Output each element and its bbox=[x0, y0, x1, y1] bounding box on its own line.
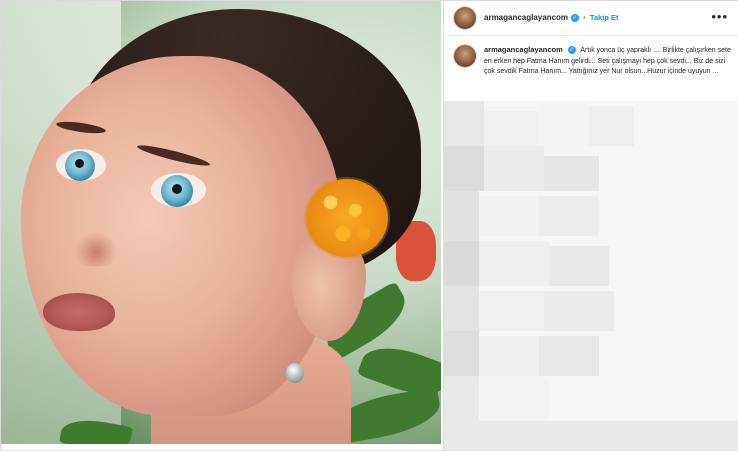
pixelated-comments-area bbox=[444, 101, 738, 450]
pixel-block bbox=[444, 286, 479, 331]
lips bbox=[43, 293, 115, 331]
caption-avatar[interactable] bbox=[454, 45, 476, 67]
marigold-flower bbox=[306, 179, 388, 257]
header-separator: • bbox=[583, 13, 586, 22]
pixel-block bbox=[479, 381, 549, 421]
pixel-block bbox=[444, 241, 479, 286]
pixel-block bbox=[484, 111, 539, 146]
pixel-block bbox=[479, 336, 539, 376]
pixel-block bbox=[444, 331, 479, 376]
more-options-icon[interactable]: ••• bbox=[711, 10, 728, 23]
pixel-block bbox=[544, 291, 614, 331]
pixel-block bbox=[444, 191, 479, 241]
pixel-block bbox=[479, 291, 544, 331]
pixel-block bbox=[479, 196, 539, 236]
post-photo[interactable] bbox=[1, 1, 441, 444]
caption-username[interactable]: armagancaglayancom bbox=[484, 45, 563, 54]
profile-avatar[interactable] bbox=[454, 7, 476, 29]
pixel-block bbox=[479, 241, 549, 286]
follow-button[interactable]: Takip Et bbox=[590, 13, 619, 22]
caption-text-block: armagancaglayancom ✓ Artık yonca üç yapr… bbox=[484, 45, 734, 78]
pixel-block bbox=[539, 101, 589, 146]
pixel-block bbox=[544, 156, 599, 191]
pixel-block bbox=[444, 101, 484, 146]
pixel-block bbox=[634, 161, 738, 401]
right-pupil bbox=[172, 184, 182, 194]
nose bbox=[76, 231, 116, 266]
face bbox=[21, 56, 341, 416]
left-pupil bbox=[75, 159, 84, 168]
header-username[interactable]: armagancaglayancom bbox=[484, 13, 568, 22]
post-side-panel: armagancaglayancom ✓ • Takip Et ••• arma… bbox=[443, 1, 738, 450]
pixel-block bbox=[444, 146, 484, 191]
pixel-block bbox=[539, 196, 599, 236]
earring bbox=[286, 363, 304, 383]
pixel-block bbox=[484, 146, 544, 191]
pixel-block bbox=[539, 336, 599, 376]
pixel-block bbox=[444, 421, 738, 450]
post-header: armagancaglayancom ✓ • Takip Et ••• bbox=[444, 1, 738, 36]
pixel-block bbox=[549, 246, 609, 286]
header-user-row: armagancaglayancom ✓ • Takip Et bbox=[484, 13, 618, 22]
verified-badge-icon: ✓ bbox=[567, 46, 576, 55]
pixel-block bbox=[444, 376, 479, 421]
pixel-block bbox=[589, 106, 634, 146]
verified-badge-icon: ✓ bbox=[571, 13, 580, 22]
